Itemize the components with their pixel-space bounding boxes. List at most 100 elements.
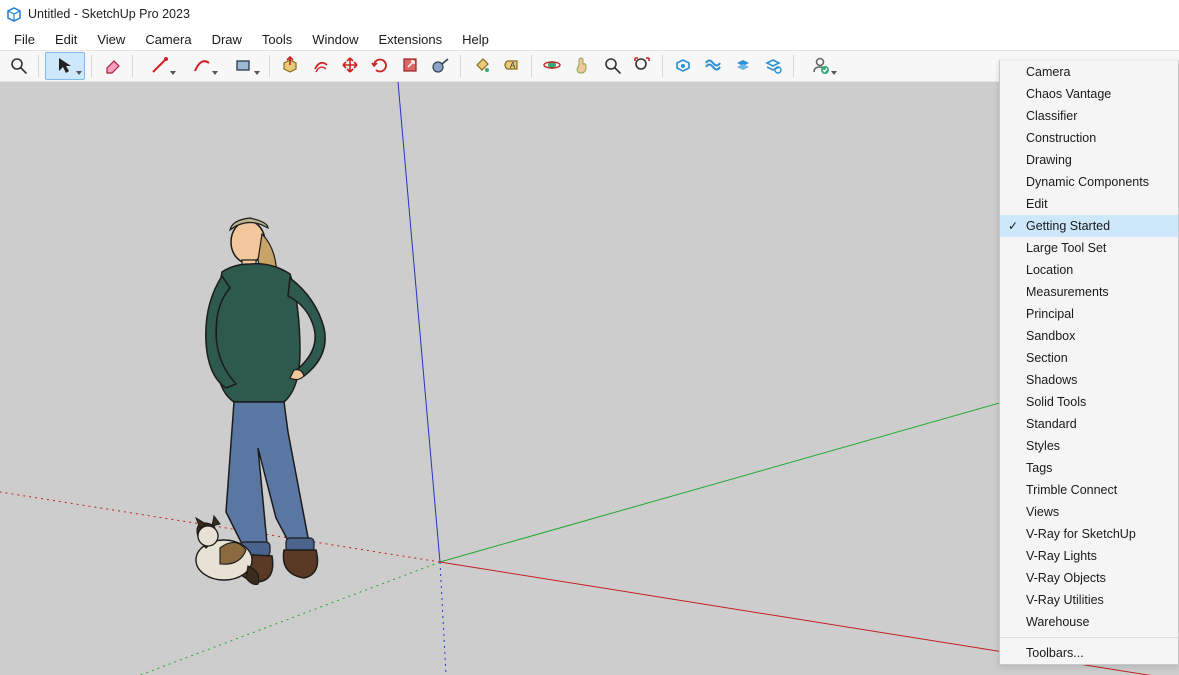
line-icon xyxy=(149,55,169,78)
ctx-item-trimble-connect[interactable]: Trimble Connect xyxy=(1000,479,1178,501)
extension-warehouse-icon xyxy=(703,55,723,78)
check-icon xyxy=(1000,127,1026,149)
paint-bucket-icon xyxy=(471,55,491,78)
offset-button[interactable] xyxy=(306,52,334,80)
text-button[interactable]: A xyxy=(497,52,525,80)
extension-manager-button[interactable] xyxy=(729,52,757,80)
ctx-item-principal[interactable]: Principal xyxy=(1000,303,1178,325)
user-account-button[interactable] xyxy=(800,52,840,80)
check-icon xyxy=(1000,545,1026,567)
pan-icon xyxy=(572,55,592,78)
layers-button[interactable] xyxy=(759,52,787,80)
ctx-item-dynamic-components[interactable]: Dynamic Components xyxy=(1000,171,1178,193)
check-icon xyxy=(1000,193,1026,215)
rotate-button[interactable] xyxy=(366,52,394,80)
check-icon xyxy=(1000,457,1026,479)
check-icon xyxy=(1000,325,1026,347)
ctx-item-toolbars[interactable]: Toolbars... xyxy=(1000,642,1178,664)
toolbar-separator xyxy=(531,55,532,77)
3d-warehouse-button[interactable] xyxy=(669,52,697,80)
menu-draw[interactable]: Draw xyxy=(202,30,252,49)
menu-extensions[interactable]: Extensions xyxy=(369,30,453,49)
line-button[interactable] xyxy=(139,52,179,80)
extension-manager-icon xyxy=(733,55,753,78)
ctx-item-v-ray-objects[interactable]: V-Ray Objects xyxy=(1000,567,1178,589)
ctx-item-measurements[interactable]: Measurements xyxy=(1000,281,1178,303)
scale-button[interactable] xyxy=(396,52,424,80)
ctx-item-large-tool-set[interactable]: Large Tool Set xyxy=(1000,237,1178,259)
ctx-item-views[interactable]: Views xyxy=(1000,501,1178,523)
extension-warehouse-button[interactable] xyxy=(699,52,727,80)
eraser-button[interactable] xyxy=(98,52,126,80)
ctx-item-section[interactable]: Section xyxy=(1000,347,1178,369)
select-button[interactable] xyxy=(45,52,85,80)
check-icon xyxy=(1000,523,1026,545)
context-menu-separator xyxy=(1000,637,1178,638)
check-icon xyxy=(1000,105,1026,127)
menu-tools[interactable]: Tools xyxy=(252,30,302,49)
zoom-extents-button[interactable] xyxy=(4,52,32,80)
text-icon: A xyxy=(501,55,521,78)
ctx-item-label: Construction xyxy=(1026,131,1096,145)
layers-icon xyxy=(763,55,783,78)
ctx-item-drawing[interactable]: Drawing xyxy=(1000,149,1178,171)
menu-window[interactable]: Window xyxy=(302,30,368,49)
ctx-item-location[interactable]: Location xyxy=(1000,259,1178,281)
ctx-item-label: V-Ray Objects xyxy=(1026,571,1106,585)
ctx-item-label: Principal xyxy=(1026,307,1074,321)
ctx-item-label: Toolbars... xyxy=(1026,646,1084,660)
ctx-item-chaos-vantage[interactable]: Chaos Vantage xyxy=(1000,83,1178,105)
ctx-item-label: Camera xyxy=(1026,65,1070,79)
ctx-item-solid-tools[interactable]: Solid Tools xyxy=(1000,391,1178,413)
menu-help[interactable]: Help xyxy=(452,30,499,49)
check-icon xyxy=(1000,171,1026,193)
menu-file[interactable]: File xyxy=(4,30,45,49)
ctx-item-label: Views xyxy=(1026,505,1059,519)
rectangle-button[interactable] xyxy=(223,52,263,80)
ctx-item-label: V-Ray Lights xyxy=(1026,549,1097,563)
ctx-item-v-ray-utilities[interactable]: V-Ray Utilities xyxy=(1000,589,1178,611)
ctx-item-v-ray-for-sketchup[interactable]: V-Ray for SketchUp xyxy=(1000,523,1178,545)
check-icon xyxy=(1000,391,1026,413)
menu-view[interactable]: View xyxy=(87,30,135,49)
ctx-item-classifier[interactable]: Classifier xyxy=(1000,105,1178,127)
arc-icon xyxy=(191,55,211,78)
ctx-item-v-ray-lights[interactable]: V-Ray Lights xyxy=(1000,545,1178,567)
menu-camera[interactable]: Camera xyxy=(135,30,201,49)
ctx-item-camera[interactable]: Camera xyxy=(1000,61,1178,83)
tape-measure-button[interactable] xyxy=(426,52,454,80)
zoom-button[interactable] xyxy=(598,52,626,80)
arc-button[interactable] xyxy=(181,52,221,80)
check-icon xyxy=(1000,237,1026,259)
3d-warehouse-icon xyxy=(673,55,693,78)
ctx-item-sandbox[interactable]: Sandbox xyxy=(1000,325,1178,347)
check-icon xyxy=(1000,589,1026,611)
push-pull-button[interactable] xyxy=(276,52,304,80)
ctx-item-warehouse[interactable]: Warehouse xyxy=(1000,611,1178,633)
ctx-item-edit[interactable]: Edit xyxy=(1000,193,1178,215)
ctx-item-shadows[interactable]: Shadows xyxy=(1000,369,1178,391)
zoom-to-fit-button[interactable] xyxy=(628,52,656,80)
ctx-item-construction[interactable]: Construction xyxy=(1000,127,1178,149)
dropdown-caret-icon xyxy=(254,71,260,75)
dropdown-caret-icon xyxy=(831,71,837,75)
toolbar-context-menu[interactable]: Camera Chaos VantageClassifier Constructio… xyxy=(999,60,1179,665)
rotate-icon xyxy=(370,55,390,78)
orbit-button[interactable] xyxy=(538,52,566,80)
user-account-icon xyxy=(810,55,830,78)
menubar: FileEditViewCameraDrawToolsWindowExtensi… xyxy=(0,28,1179,50)
dropdown-caret-icon xyxy=(212,71,218,75)
toolbar-separator xyxy=(38,55,39,77)
ctx-item-getting-started[interactable]: Getting Started xyxy=(1000,215,1178,237)
paint-bucket-button[interactable] xyxy=(467,52,495,80)
ctx-item-standard[interactable]: Standard xyxy=(1000,413,1178,435)
move-button[interactable] xyxy=(336,52,364,80)
ctx-item-tags[interactable]: Tags xyxy=(1000,457,1178,479)
push-pull-icon xyxy=(280,55,300,78)
zoom-to-fit-icon xyxy=(632,55,652,78)
ctx-item-label: Section xyxy=(1026,351,1068,365)
scale-figure[interactable] xyxy=(176,212,346,595)
menu-edit[interactable]: Edit xyxy=(45,30,87,49)
ctx-item-styles[interactable]: Styles xyxy=(1000,435,1178,457)
pan-button[interactable] xyxy=(568,52,596,80)
